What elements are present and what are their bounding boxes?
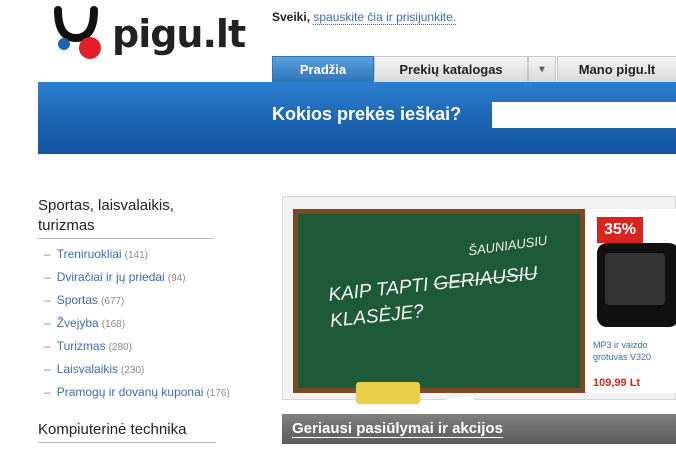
sidebar-item-count: (677) [101,296,125,307]
bullet-icon: – [44,385,51,399]
sidebar-item-label: Treniruokliai [56,247,122,261]
sidebar-category-computers[interactable]: Kompiuterinė technika [38,420,216,443]
sidebar-item-count: (168) [101,319,126,330]
greeting-hello: Sveiki, [272,10,311,24]
logo-mark-icon [54,6,101,59]
banner-product[interactable]: 35% MP3 ir vaizdo grotuvas V320 109,99 L… [587,209,676,393]
bullet-icon: – [44,316,51,330]
banner-line-2: KLASĖJE? [329,301,425,332]
promo-banner[interactable]: ŠAUNIAUSIU KAIP TAPTI GERIAUSIU KLASĖJE?… [282,196,676,408]
search-label: Kokios prekės ieškai? [272,104,462,124]
catalog-dropdown-icon[interactable]: ▾ [528,56,556,82]
pigu-logo[interactable]: pigu.lt [52,4,246,64]
banner-line-top: ŠAUNIAUSIU [467,232,549,259]
sidebar-subcategory-list: – Treniruokliai (141) – Dviračiai ir jų pri… [44,246,230,407]
sidebar-item-count: (176) [206,388,230,399]
discount-badge: 35% [597,217,643,243]
sidebar-item-sportas[interactable]: – Sportas (677) [44,292,230,315]
tab-my-pigu[interactable]: Mano pigu.lt [557,56,676,82]
bullet-icon: – [44,362,51,376]
promo-title-link[interactable]: Geriausi pasiūlymai ir akcijos [292,420,503,438]
mp3-player-image [597,243,676,327]
search-bar: Kokios prekės ieškai? [38,82,676,154]
device-screen [605,253,665,305]
promo-header: Geriausi pasiūlymai ir akcijos [282,414,676,444]
product-name-link[interactable]: MP3 ir vaizdo grotuvas V320 [593,339,676,363]
bullet-icon: – [44,339,51,353]
sidebar-item-count: (280) [108,342,132,353]
tab-catalog[interactable]: Prekių katalogas [374,56,528,82]
sidebar-item-treniruokliai[interactable]: – Treniruokliai (141) [44,246,230,269]
sidebar-item-label: Pramogų ir dovanų kuponai [56,385,204,399]
search-input[interactable] [492,102,676,128]
sidebar-item-kuponai[interactable]: – Pramogų ir dovanų kuponai (176) [44,384,230,407]
banner-line-1-strike: GERIAUSIU [432,263,539,295]
bullet-icon: – [44,270,51,284]
bullet-icon: – [44,293,51,307]
sidebar-item-count: (94) [167,273,186,284]
sponge-image [356,382,420,404]
greeting: Sveiki, spauskite čia ir prisijunkite. [272,10,457,25]
sidebar-item-label: Laisvalaikis [56,362,119,376]
sidebar-item-count: (141) [124,250,148,261]
sidebar-category-sports[interactable]: Sportas, laisvalaikis, turizmas [38,196,214,239]
sidebar-item-label: Sportas [56,293,99,307]
sidebar-item-label: Dviračiai ir jų priedai [56,270,165,284]
page: pigu.lt Sveiki, spauskite čia ir prisiju… [0,0,676,450]
sidebar-item-label: Žvejyba [56,316,99,330]
logo-text: pigu.lt [112,12,246,56]
sidebar-item-count: (230) [121,365,145,376]
sidebar-item-dviraciai[interactable]: – Dviračiai ir jų priedai (94) [44,269,230,292]
banner-line-1: KAIP TAPTI GERIAUSIU [327,263,538,307]
login-link[interactable]: spauskite čia ir prisijunkite. [313,10,457,25]
bullet-icon: – [44,247,51,261]
chalk-image [437,394,475,408]
main-tabs: Pradžia Prekių katalogas ▾ Mano pigu.lt [272,56,676,82]
product-price: 109,99 Lt [593,377,641,389]
sidebar-item-zvejyba[interactable]: – Žvejyba (168) [44,315,230,338]
tab-home[interactable]: Pradžia [272,56,374,82]
sidebar-item-label: Turizmas [56,339,106,353]
sidebar-item-turizmas[interactable]: – Turizmas (280) [44,338,230,361]
sidebar-item-laisvalaikis[interactable]: – Laisvalaikis (230) [44,361,230,384]
chalkboard-image: ŠAUNIAUSIU KAIP TAPTI GERIAUSIU KLASĖJE? [293,209,585,408]
